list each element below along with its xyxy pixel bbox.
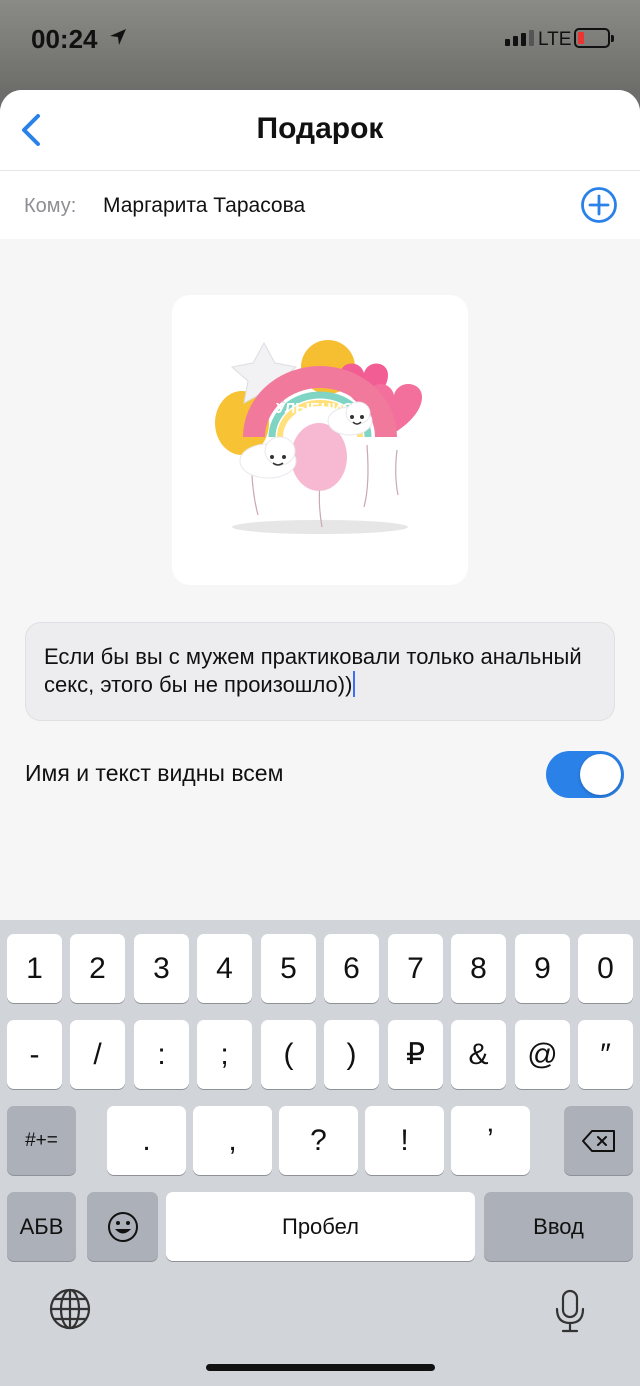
space-key[interactable]: Пробел [166,1192,475,1261]
symbols-key[interactable]: #+= [7,1106,76,1175]
recipient-label: Кому: [24,195,77,217]
key[interactable]: 8 [451,934,506,1003]
signal-icon [505,30,534,46]
alphabet-key[interactable]: АБВ [7,1192,76,1261]
key[interactable]: 1 [7,934,62,1003]
balloon-bouquet-image: УЛЫБНИСЬ [215,340,422,534]
message-field[interactable]: Если бы вы с мужем практиковали только а… [25,622,615,721]
enter-key[interactable]: Ввод [484,1192,633,1261]
key[interactable]: ʼ [451,1106,530,1175]
key[interactable]: ! [365,1106,444,1175]
key[interactable]: ; [197,1020,252,1089]
keyboard: 1 2 3 4 5 6 7 8 9 0 - / : ; ( ) ₽ & @ ″ … [0,920,640,1386]
gift-sheet: Подарок Кому: Маргарита Тарасова УЛЫБНИС… [0,90,640,1386]
key[interactable]: & [451,1020,506,1089]
key[interactable]: - [7,1020,62,1089]
status-bar: 00:24 LTE [0,0,640,88]
key[interactable]: @ [515,1020,570,1089]
recipient-name[interactable]: Маргарита Тарасова [103,194,305,218]
key[interactable]: 2 [70,934,125,1003]
visibility-toggle[interactable] [546,751,624,798]
key[interactable]: : [134,1020,189,1089]
key[interactable]: 5 [261,934,316,1003]
key[interactable]: 3 [134,934,189,1003]
status-time: 00:24 [31,24,98,54]
key[interactable]: ₽ [388,1020,443,1089]
backspace-icon [581,1129,615,1152]
key[interactable]: ) [324,1020,379,1089]
microphone-icon[interactable] [553,1289,587,1333]
key[interactable]: ( [261,1020,316,1089]
emoji-key[interactable] [87,1192,158,1261]
key[interactable]: 9 [515,934,570,1003]
page-title: Подарок [256,112,384,145]
message-text: Если бы вы с мужем практиковали только а… [44,644,582,697]
text-cursor [353,671,356,697]
key[interactable]: ? [279,1106,358,1175]
key[interactable]: 6 [324,934,379,1003]
globe-icon[interactable] [48,1287,92,1331]
network-label: LTE [538,29,572,50]
backspace-key[interactable] [564,1106,633,1175]
battery-icon [574,28,614,48]
key[interactable]: 0 [578,934,633,1003]
recipient-row[interactable]: Кому: Маргарита Тарасова [0,171,640,239]
key[interactable]: , [193,1106,272,1175]
navigation-bar: Подарок [0,90,640,171]
gift-image-card[interactable]: УЛЫБНИСЬ [172,295,468,585]
key[interactable]: 7 [388,934,443,1003]
location-arrow-icon [110,29,126,45]
emoji-icon [107,1211,138,1242]
home-indicator [206,1364,435,1371]
key[interactable]: 4 [197,934,252,1003]
plus-circle-icon[interactable] [580,186,618,224]
key[interactable]: / [70,1020,125,1089]
key[interactable]: . [107,1106,186,1175]
key[interactable]: ″ [578,1020,633,1089]
visibility-label: Имя и текст видны всем [25,760,284,786]
toggle-knob [580,754,621,795]
